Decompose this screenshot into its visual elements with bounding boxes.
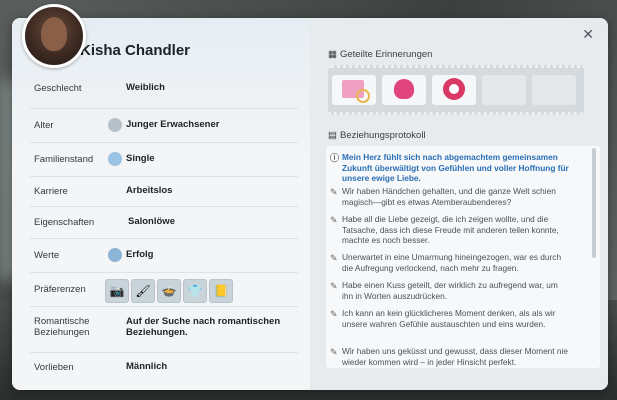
log-entry: ✎ Habe einen Kuss geteilt, der wirklich … <box>330 280 558 301</box>
log-scrollbar[interactable] <box>592 148 596 258</box>
empty-memory-slot <box>482 75 526 105</box>
shirt-icon[interactable]: 👕 <box>183 279 207 303</box>
calendar-heart-icon[interactable] <box>332 75 376 105</box>
info-icon: ⓘ <box>330 153 340 163</box>
detail-label: Familienstand <box>34 154 94 165</box>
shared-memories-strip <box>328 65 584 115</box>
sim-name: Kisha Chandler <box>80 42 191 59</box>
log-entry: ✎ Wir haben uns geküsst und gewusst, das… <box>330 346 568 367</box>
brush-icon[interactable]: 🖌 <box>131 279 155 303</box>
pencil-icon: ✎ <box>330 187 338 197</box>
detail-value: Männlich <box>126 361 168 372</box>
detail-row-romantic: Romantische Beziehungen Auf der Suche na… <box>30 306 298 353</box>
detail-label: Geschlecht <box>34 83 82 94</box>
sim-profile-panel: Kisha Chandler Geschlecht Weiblich Alter… <box>12 18 608 390</box>
age-icon <box>108 118 122 132</box>
detail-label: Präferenzen <box>34 284 86 295</box>
empty-memory-slot <box>532 75 576 105</box>
log-entry: ✎ Unerwartet in eine Umarmung hineingezo… <box>330 252 562 273</box>
detail-value: Salonlöwe <box>128 216 175 227</box>
log-entry: ✎ Wir haben Händchen gehalten, und die g… <box>330 186 556 207</box>
log-entry: ✎ Ich kann an kein glücklicheres Moment … <box>330 308 556 329</box>
relationship-pane: ✕ ▦ Geteilte Erinnerungen ▤ Beziehungspr… <box>310 18 608 390</box>
detail-row-values: Werte Erfolg <box>30 238 298 273</box>
detail-row-marital-status: Familienstand Single <box>30 142 298 177</box>
detail-value: Erfolg <box>126 249 154 260</box>
detail-row-age: Alter Junger Erwachsener <box>30 108 298 143</box>
single-icon <box>108 152 122 166</box>
book-icon[interactable]: 📒 <box>209 279 233 303</box>
detail-row-gender: Geschlecht Weiblich <box>30 74 298 109</box>
camera-icon[interactable]: 📷 <box>105 279 129 303</box>
food-icon[interactable]: 🍲 <box>157 279 181 303</box>
heart-badge-icon[interactable] <box>432 75 476 105</box>
close-button[interactable]: ✕ <box>582 26 594 43</box>
detail-label: Werte <box>34 250 60 261</box>
relationship-log-icon: ▤ <box>328 130 337 141</box>
sim-details-pane: Kisha Chandler Geschlecht Weiblich Alter… <box>12 18 310 390</box>
success-icon <box>108 248 122 262</box>
detail-value: Arbeitslos <box>126 185 173 196</box>
detail-row-attraction: Vorlieben Männlich <box>30 352 298 380</box>
pencil-icon: ✎ <box>330 347 338 357</box>
pencil-icon: ✎ <box>330 281 338 291</box>
heart-couple-icon[interactable] <box>382 75 426 105</box>
detail-value: Single <box>126 153 155 164</box>
detail-row-traits: Eigenschaften Salonlöwe <box>30 206 298 239</box>
relationship-log-list[interactable]: ⓘ Mein Herz fühlt sich nach abgemachtem … <box>326 146 600 368</box>
avatar[interactable] <box>22 4 86 68</box>
detail-label: Vorlieben <box>34 362 74 373</box>
pencil-icon: ✎ <box>330 215 338 225</box>
relationship-log-title: Beziehungsprotokoll <box>340 130 426 141</box>
pencil-icon: ✎ <box>330 309 338 319</box>
shared-memories-title: Geteilte Erinnerungen <box>340 49 433 60</box>
shared-memories-icon: ▦ <box>328 49 337 60</box>
detail-value: Junger Erwachsener <box>126 119 220 130</box>
pencil-icon: ✎ <box>330 253 338 263</box>
detail-label: Romantische Beziehungen <box>34 316 90 338</box>
detail-row-career: Karriere Arbeitslos <box>30 176 298 207</box>
detail-label: Alter <box>34 120 54 131</box>
log-entry: ✎ Habe all die Liebe gezeigt, die ich ze… <box>330 214 559 246</box>
log-entry: ⓘ Mein Herz fühlt sich nach abgemachtem … <box>330 152 569 184</box>
detail-label: Eigenschaften <box>34 217 95 228</box>
detail-value: Weiblich <box>126 82 165 93</box>
detail-label: Karriere <box>34 186 68 197</box>
detail-value: Auf der Suche nach romantischen Beziehun… <box>126 316 281 338</box>
